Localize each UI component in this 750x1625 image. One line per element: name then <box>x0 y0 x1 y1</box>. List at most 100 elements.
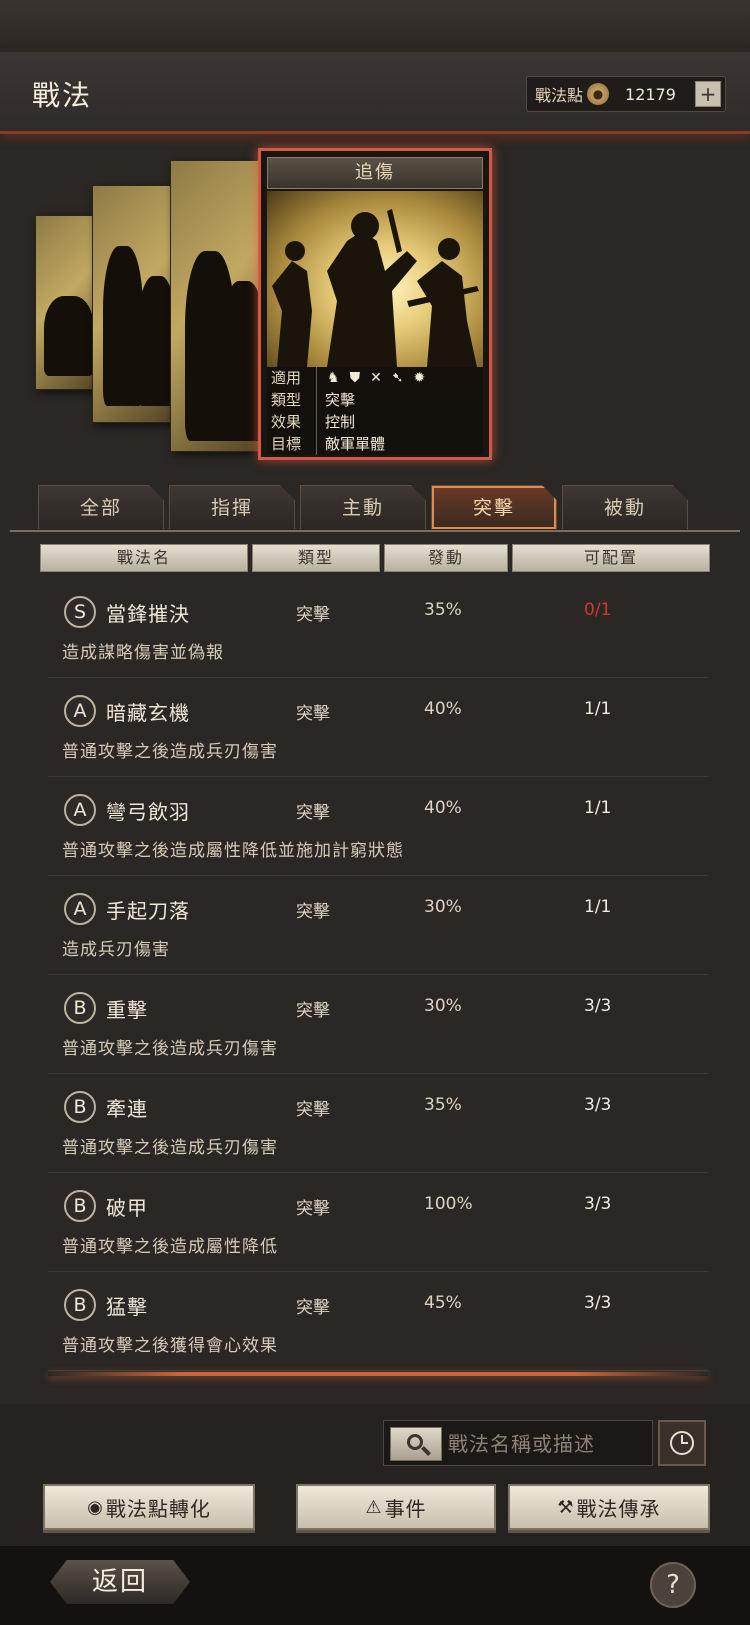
skill-type: 突擊 <box>296 1199 330 1219</box>
skill-trigger-rate: 35% <box>424 600 462 620</box>
skill-name: 手起刀落 <box>106 899 190 923</box>
skill-type: 突擊 <box>296 1298 330 1318</box>
card-row-target: 目標 敵軍單體 <box>267 433 483 455</box>
skill-row[interactable]: A 暗藏玄機 突擊 40% 1/1 普通攻擊之後造成兵刃傷害 <box>48 679 708 777</box>
hammer-icon: ⚒ <box>557 1496 575 1518</box>
events-button[interactable]: ⚠ 事件 <box>296 1484 496 1530</box>
siege-icon: ✹ <box>413 370 426 386</box>
skill-available-count: 3/3 <box>584 1194 612 1214</box>
tabs-divider <box>10 530 740 532</box>
skill-description: 造成謀略傷害並偽報 <box>62 643 224 663</box>
skill-row[interactable]: B 牽連 突擊 35% 3/3 普通攻擊之後造成兵刃傷害 <box>48 1075 708 1173</box>
skill-description: 普通攻擊之後造成兵刃傷害 <box>62 742 278 762</box>
skill-trigger-rate: 35% <box>424 1095 462 1115</box>
skill-list: S 當鋒摧決 突擊 35% 0/1 造成謀略傷害並偽報 A 暗藏玄機 突擊 40… <box>0 580 750 1380</box>
card-row-applicable: 適用 ♞ ⛊ ✕ ➷ ✹ <box>267 367 483 389</box>
skill-trigger-rate: 100% <box>424 1194 473 1214</box>
skill-available-count: 3/3 <box>584 1095 612 1115</box>
skill-trigger-rate: 30% <box>424 996 462 1016</box>
card-info-table: 適用 ♞ ⛊ ✕ ➷ ✹ 類型 突擊 效果 控制 目標 敵軍單體 <box>267 367 483 455</box>
skill-points-value: 12179 <box>625 84 676 104</box>
add-points-button[interactable]: + <box>695 81 721 107</box>
card-row-type: 類型 突擊 <box>267 389 483 411</box>
grade-badge: B <box>64 1091 96 1123</box>
skill-trigger-rate: 45% <box>424 1293 462 1313</box>
spear-icon: ➷ <box>391 370 404 386</box>
column-header-available[interactable]: 可配置 <box>512 544 710 572</box>
search-icon[interactable] <box>390 1427 442 1461</box>
skill-row[interactable]: B 破甲 突擊 100% 3/3 普通攻擊之後造成屬性降低 <box>48 1174 708 1272</box>
skill-name: 彎弓飲羽 <box>106 800 190 824</box>
skill-row[interactable]: A 手起刀落 突擊 30% 1/1 造成兵刃傷害 <box>48 877 708 975</box>
grade-badge: A <box>64 794 96 826</box>
header-bar: 戰法 戰法點 ● 12179 + <box>0 52 750 134</box>
selected-skill-card[interactable]: 追傷 適用 ♞ ⛊ ✕ ➷ ✹ 類型 突擊 效果 控制 目標 敵軍單體 <box>258 148 492 460</box>
column-header-trigger[interactable]: 發動 <box>384 544 508 572</box>
skill-type: 突擊 <box>296 704 330 724</box>
skill-point-icon: ◉ <box>87 1496 104 1518</box>
inherit-skill-button[interactable]: ⚒ 戰法傳承 <box>508 1484 710 1530</box>
tab-command[interactable]: 指揮 <box>169 485 295 529</box>
convert-points-button[interactable]: ◉ 戰法點轉化 <box>43 1484 255 1530</box>
alert-icon: ⚠ <box>365 1496 383 1518</box>
card-row-effect: 效果 控制 <box>267 411 483 433</box>
grade-badge: S <box>64 596 96 628</box>
shield-icon: ⛊ <box>349 370 361 386</box>
skill-type: 突擊 <box>296 1100 330 1120</box>
skill-description: 普通攻擊之後造成屬性降低並施加計窮狀態 <box>62 841 404 861</box>
skill-category-tabs: 全部 指揮 主動 突擊 被動 <box>38 485 708 529</box>
skill-name: 暗藏玄機 <box>106 701 190 725</box>
skill-card-preview[interactable] <box>92 185 182 423</box>
skill-available-count: 3/3 <box>584 996 612 1016</box>
tab-active[interactable]: 主動 <box>300 485 426 529</box>
skill-available-count: 3/3 <box>584 1293 612 1313</box>
skill-row[interactable]: B 重擊 突擊 30% 3/3 普通攻擊之後造成兵刃傷害 <box>48 976 708 1074</box>
grade-badge: B <box>64 1289 96 1321</box>
skill-name: 當鋒摧決 <box>106 602 190 626</box>
tab-all[interactable]: 全部 <box>38 485 164 529</box>
grade-badge: B <box>64 1190 96 1222</box>
troop-type-icons: ♞ ⛊ ✕ ➷ ✹ <box>317 367 425 389</box>
top-decorative-strip <box>0 0 750 52</box>
skill-row[interactable]: S 當鋒摧決 突擊 35% 0/1 造成謀略傷害並偽報 <box>48 580 708 678</box>
table-header: 戰法名 類型 發動 可配置 <box>40 544 710 572</box>
tab-passive[interactable]: 被動 <box>562 485 688 529</box>
skill-points-box: 戰法點 ● 12179 + <box>526 76 726 112</box>
grade-badge: B <box>64 992 96 1024</box>
skill-trigger-rate: 40% <box>424 699 462 719</box>
history-button[interactable] <box>658 1420 706 1466</box>
skill-description: 普通攻擊之後造成兵刃傷害 <box>62 1039 278 1059</box>
skill-type: 突擊 <box>296 803 330 823</box>
skill-row[interactable]: A 彎弓飲羽 突擊 40% 1/1 普通攻擊之後造成屬性降低並施加計窮狀態 <box>48 778 708 876</box>
skill-type: 突擊 <box>296 1001 330 1021</box>
skill-description: 普通攻擊之後造成屬性降低 <box>62 1237 278 1257</box>
skill-name: 牽連 <box>106 1097 148 1121</box>
bow-icon: ✕ <box>370 370 382 386</box>
cavalry-icon: ♞ <box>327 370 340 386</box>
skill-trigger-rate: 40% <box>424 798 462 818</box>
card-artwork <box>267 191 483 367</box>
column-header-type[interactable]: 類型 <box>252 544 380 572</box>
search-input[interactable] <box>448 1427 648 1461</box>
skill-card-preview[interactable] <box>170 160 270 452</box>
skill-type: 突擊 <box>296 902 330 922</box>
skill-available-count: 1/1 <box>584 897 612 917</box>
page-title: 戰法 <box>32 79 93 112</box>
skill-type: 突擊 <box>296 605 330 625</box>
column-header-name[interactable]: 戰法名 <box>40 544 248 572</box>
list-end-divider <box>48 1372 708 1376</box>
skill-name: 重擊 <box>106 998 148 1022</box>
skill-description: 普通攻擊之後造成兵刃傷害 <box>62 1138 278 1158</box>
help-button[interactable]: ? <box>650 1562 696 1608</box>
tab-assault[interactable]: 突擊 <box>431 485 557 529</box>
skill-points-label: 戰法點 <box>535 86 584 105</box>
skill-available-count: 1/1 <box>584 699 612 719</box>
skill-description: 普通攻擊之後獲得會心效果 <box>62 1336 278 1356</box>
search-box <box>383 1420 653 1466</box>
back-button[interactable]: 返回 <box>50 1560 190 1604</box>
skill-row[interactable]: B 猛擊 突擊 45% 3/3 普通攻擊之後獲得會心效果 <box>48 1273 708 1371</box>
skill-available-count: 0/1 <box>584 600 612 620</box>
skill-trigger-rate: 30% <box>424 897 462 917</box>
skill-description: 造成兵刃傷害 <box>62 940 170 960</box>
skill-name: 猛擊 <box>106 1295 148 1319</box>
